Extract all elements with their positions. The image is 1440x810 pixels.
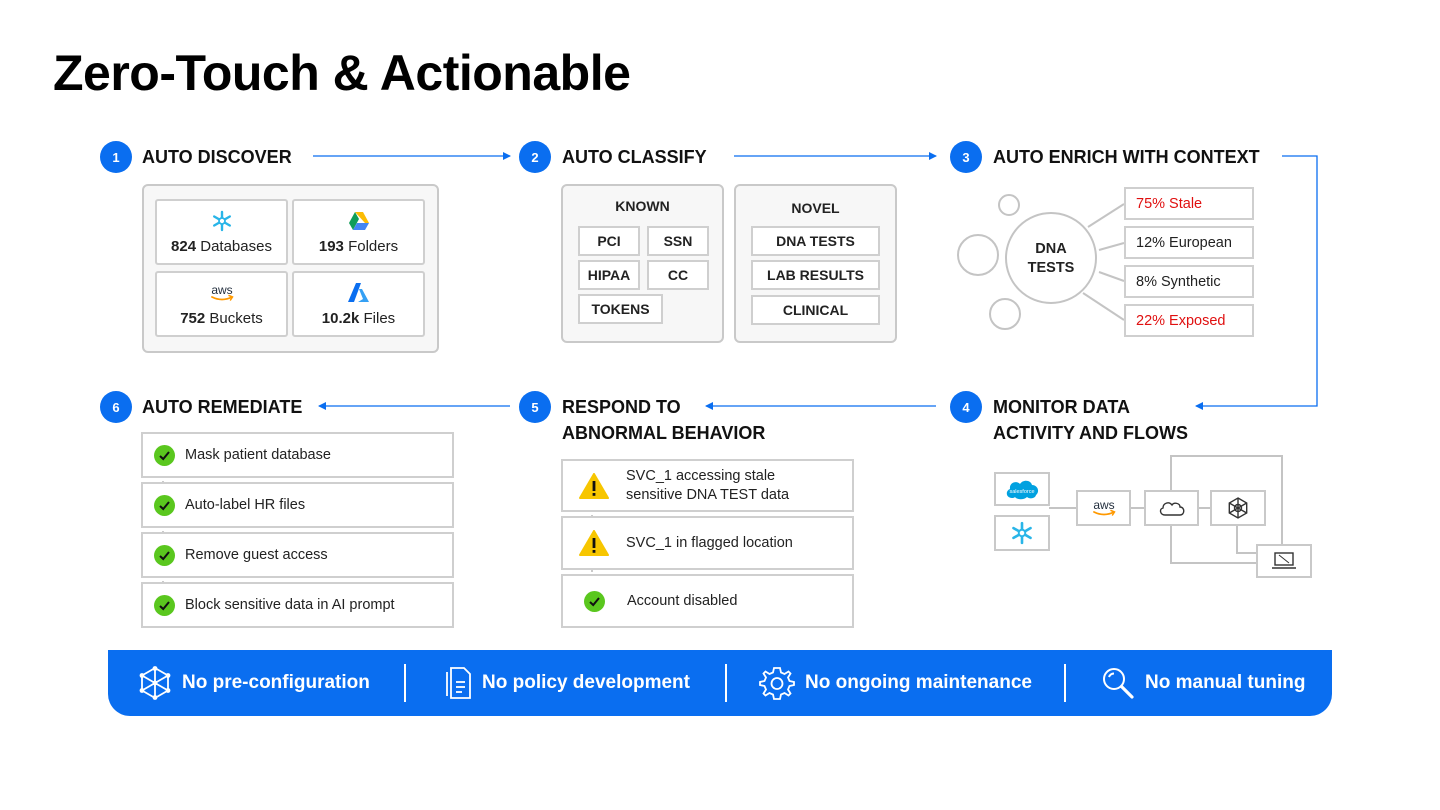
check-icon xyxy=(584,590,605,612)
check-icon xyxy=(154,544,175,566)
feature-no-policy: No policy development xyxy=(442,650,690,716)
gear-icon xyxy=(759,667,795,700)
remediate-item-mask-db[interactable]: Mask patient database xyxy=(141,432,454,478)
remediate-item-2-text: Auto-label HR files xyxy=(185,496,306,513)
remediate-item-auto-label[interactable]: Auto-label HR files xyxy=(141,482,454,528)
check-icon xyxy=(154,594,175,616)
warning-icon xyxy=(579,472,609,499)
respond-item-1-line2: sensitive DNA TEST data xyxy=(626,486,790,503)
respond-item-1-line1: SVC_1 accessing stale xyxy=(626,467,776,484)
respond-item-account-disabled[interactable]: Account disabled xyxy=(561,574,854,628)
document-icon xyxy=(446,667,471,699)
remediate-item-4-text: Block sensitive data in AI prompt xyxy=(185,596,395,613)
feature-1-label: No pre-configuration xyxy=(182,672,370,693)
respond-item-3-text: Account disabled xyxy=(627,592,738,609)
search-icon xyxy=(1103,668,1134,699)
respond-item-flagged-location[interactable]: SVC_1 in flagged location xyxy=(561,516,854,570)
feature-4-label: No manual tuning xyxy=(1145,672,1306,693)
remediate-item-3-text: Remove guest access xyxy=(185,546,328,563)
warning-icon xyxy=(579,530,609,556)
remediate-item-1-text: Mask patient database xyxy=(185,446,331,463)
feature-3-label: No ongoing maintenance xyxy=(805,672,1032,693)
feature-no-tuning: No manual tuning xyxy=(1101,650,1305,716)
check-icon xyxy=(154,494,175,516)
remediate-item-guest-access[interactable]: Remove guest access xyxy=(141,532,454,578)
divider xyxy=(725,664,727,702)
check-icon xyxy=(154,444,175,466)
network-icon xyxy=(139,666,171,700)
divider xyxy=(404,664,406,702)
respond-item-2-text: SVC_1 in flagged location xyxy=(626,534,793,551)
feature-no-maintenance: No ongoing maintenance xyxy=(759,650,1032,716)
feature-2-label: No policy development xyxy=(482,672,690,693)
feature-no-preconfig: No pre-configuration xyxy=(138,650,370,716)
divider xyxy=(1064,664,1066,702)
features-bar: No pre-configuration No policy developme… xyxy=(108,650,1332,716)
remediate-item-block-ai[interactable]: Block sensitive data in AI prompt xyxy=(141,582,454,628)
respond-item-stale-access[interactable]: SVC_1 accessing stale sensitive DNA TEST… xyxy=(561,459,854,512)
